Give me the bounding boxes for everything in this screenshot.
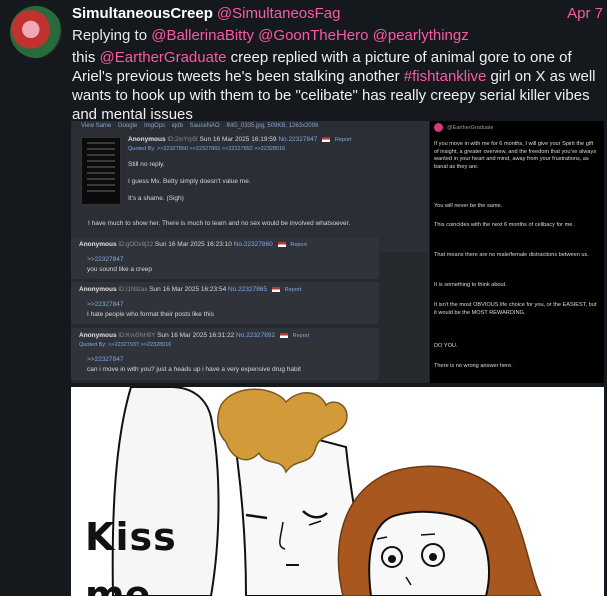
chan-bar-link: View Same	[81, 123, 112, 129]
mention-link[interactable]: @EartherGraduate	[100, 49, 227, 66]
body-text: this	[72, 49, 100, 66]
op-line: I have much to show her. There is much t…	[88, 220, 351, 227]
tweet-line: DO YOU.	[434, 343, 458, 349]
reply-quote: >>22327847	[87, 356, 124, 363]
tweet-line: That means there are no male/female dist…	[434, 252, 589, 258]
chan-thread: View Same Google ImgOps iqdb SauceNAO IM…	[71, 121, 429, 383]
post-body: this @EartherGraduate creep replied with…	[72, 48, 607, 124]
tweet-line: It isn't the most OBVIOUS life choice fo…	[434, 302, 597, 316]
comic-caption: Kiss	[85, 515, 177, 559]
op-line: It's a shame. (Sigh)	[128, 195, 184, 202]
replying-to-label: Replying to	[72, 27, 148, 44]
flag-icon	[271, 286, 280, 292]
post-number: No.22327865	[228, 286, 268, 293]
op-thumbnail	[81, 137, 121, 205]
tweet-line: If you move in with me for 6 months, I w…	[434, 141, 597, 170]
flag-icon	[279, 332, 288, 338]
post-number: No.22327892	[236, 332, 276, 339]
reply-header: Anonymous ID:I1Nilzax Sun 16 Mar 2025 16…	[79, 286, 301, 293]
op-line: Still no reply.	[128, 161, 165, 168]
post-datetime: Sun 16 Mar 2025 16:31:22	[157, 332, 235, 339]
chan-bar-link: Google	[117, 123, 138, 129]
tweet-handle: @EartherGraduate	[447, 124, 494, 131]
reply-post: Anonymous ID:Kvv5NH9Y Sun 16 Mar 2025 16…	[71, 328, 379, 380]
display-name[interactable]: SimultaneousCreep	[72, 5, 213, 22]
attached-image-screenshot[interactable]: View Same Google ImgOps iqdb SauceNAO IM…	[71, 121, 604, 383]
poster-id: ID:gOOv8j22	[118, 242, 154, 248]
chan-image-bar: View Same Google ImgOps iqdb SauceNAO IM…	[71, 121, 429, 132]
reply-text: can i move in with you? just a heads up …	[87, 366, 301, 373]
poster-name: Anonymous	[79, 332, 117, 339]
hashtag-link[interactable]: #fishtanklive	[404, 68, 487, 85]
user-handle[interactable]: @SimultaneosFag	[217, 5, 341, 22]
report-link: Report	[335, 137, 352, 143]
tweet-screenshot: @EartherGraduate If you move in with me …	[430, 121, 604, 383]
tweet-line: This coincides with the next 6 months of…	[434, 222, 574, 228]
mention-link[interactable]: @BallerinaBitty	[151, 27, 254, 44]
poster-name: Anonymous	[128, 136, 166, 143]
post-datetime: Sun 16 Mar 2025 16:23:10	[154, 241, 232, 248]
poster-id: ID:Kvv5NH9Y	[118, 333, 156, 339]
attached-image-comic[interactable]: Kiss me	[71, 387, 604, 596]
reply-header: Anonymous ID:gOOv8j22 Sun 16 Mar 2025 16…	[79, 241, 307, 248]
mention-link[interactable]: @GoonTheHero	[258, 27, 368, 44]
mention-link[interactable]: @pearlythingz	[373, 27, 469, 44]
chan-bar-link: iqdb	[171, 123, 183, 129]
poster-id: ID:I1Nilzax	[118, 287, 148, 293]
chan-file-info: IMG_0335.jpg, 509KB, 1263x2096	[226, 123, 319, 129]
chan-bar-link: ImgOps	[143, 123, 165, 129]
poster-name: Anonymous	[79, 286, 117, 293]
comic-drawing	[111, 387, 542, 596]
flag-icon	[322, 136, 331, 142]
reply-text: you sound like a creep	[87, 266, 153, 273]
report-link: Report	[292, 333, 310, 339]
flag-icon	[277, 241, 286, 247]
reply-quote: >>22327847	[87, 256, 124, 263]
chan-bar-link: SauceNAO	[189, 123, 220, 129]
reply-post: Anonymous ID:gOOv8j22 Sun 16 Mar 2025 16…	[71, 237, 379, 279]
post: SimultaneousCreep @SimultaneosFag Apr 7 R…	[72, 4, 607, 124]
tweet-line: It is something to think about.	[434, 282, 507, 288]
quoted-by: Quoted By: >>22327937 >>22328016	[79, 342, 172, 348]
tweet-header: @EartherGraduate	[434, 123, 494, 132]
op-line: I guess Ms. Betty simply doesn't value m…	[128, 178, 251, 185]
reply-quote: >>22327847	[87, 301, 124, 308]
reply-text: I hate people who format their posts lik…	[87, 311, 214, 318]
report-link: Report	[284, 287, 302, 293]
avatar-icon	[434, 123, 443, 132]
quoted-by: Quoted By: >>22327860 >>22327865 >>22327…	[128, 146, 286, 152]
post-date[interactable]: Apr 7	[567, 4, 603, 23]
replying-to: Replying to @BallerinaBitty @GoonTheHero…	[72, 26, 607, 45]
poster-id: ID:2mYrp5t	[167, 137, 198, 143]
post-datetime: Sun 16 Mar 2025 16:23:54	[149, 286, 227, 293]
post-header: SimultaneousCreep @SimultaneosFag Apr 7	[72, 4, 607, 23]
post-datetime: Sun 16 Mar 2025 16:19:59	[199, 136, 277, 143]
tweet-line: You will never be the same.	[434, 203, 503, 209]
avatar[interactable]	[10, 6, 62, 58]
report-link: Report	[290, 242, 307, 248]
op-header: Anonymous ID:2mYrp5t Sun 16 Mar 2025 16:…	[128, 136, 352, 143]
op-post: Anonymous ID:2mYrp5t Sun 16 Mar 2025 16:…	[71, 132, 429, 252]
post-number: No.22327860	[233, 241, 273, 248]
post-number: No.22327847	[278, 136, 318, 143]
reply-post: Anonymous ID:I1Nilzax Sun 16 Mar 2025 16…	[71, 282, 379, 324]
tweet-line: There is no wrong answer here.	[434, 363, 513, 369]
poster-name: Anonymous	[79, 241, 117, 248]
comic-caption: me	[85, 573, 151, 596]
reply-header: Anonymous ID:Kvv5NH9Y Sun 16 Mar 2025 16…	[79, 332, 309, 339]
